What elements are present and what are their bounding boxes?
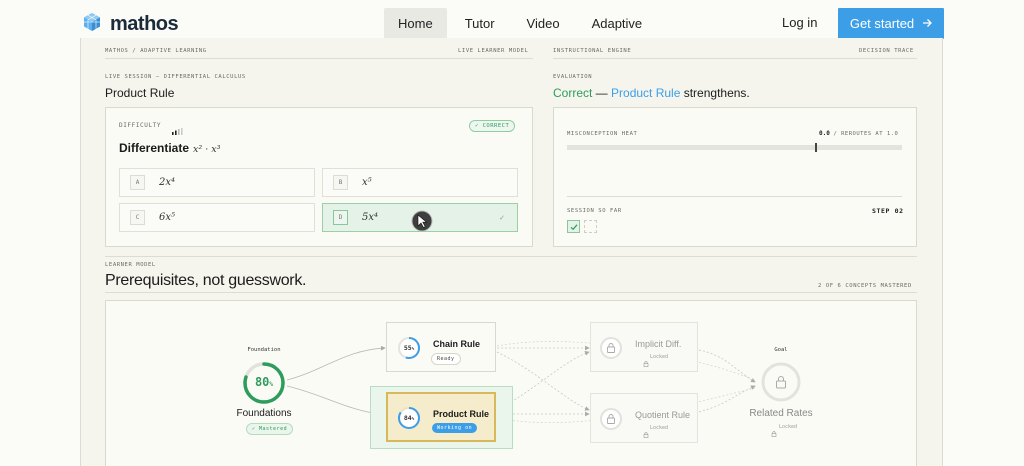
chain-name: Chain Rule xyxy=(433,339,481,349)
answer-option-b[interactable]: B x⁵ xyxy=(322,168,518,197)
learner-title: Prerequisites, not guesswork. xyxy=(105,272,307,289)
option-value: x⁵ xyxy=(362,177,372,188)
brand-name: mathos xyxy=(110,13,179,35)
breadcrumb-left: MATHOS / ADAPTIVE LEARNING xyxy=(105,48,207,54)
difficulty-bars-icon xyxy=(172,122,186,140)
reroute-threshold-marker xyxy=(815,143,817,152)
percent-sign: % xyxy=(411,346,415,351)
nav-link-home[interactable]: Home xyxy=(384,8,447,39)
goal-lock-ring xyxy=(760,361,802,408)
divider xyxy=(567,196,902,197)
quotient-locked-label: Locked xyxy=(650,425,669,431)
option-value: 2x⁴ xyxy=(159,177,176,188)
step-counter: STEP 02 xyxy=(872,207,904,215)
session-step-pending xyxy=(584,220,597,233)
get-started-label: Get started xyxy=(849,16,915,31)
session-so-far-label: SESSION SO FAR xyxy=(567,208,622,214)
session-step-correct xyxy=(567,220,580,233)
mastered-count: 2 OF 6 CONCEPTS MASTERED xyxy=(818,283,912,289)
nav-link-video[interactable]: Video xyxy=(513,8,574,39)
divider xyxy=(105,256,917,257)
question-math: x² · x³ xyxy=(193,144,221,155)
implicit-locked-label: Locked xyxy=(650,354,669,360)
product-percent: 84% xyxy=(397,414,421,422)
option-value: 6x⁵ xyxy=(159,212,176,223)
goal-caption: Goal xyxy=(774,347,788,353)
foundation-caption: Foundation xyxy=(247,347,281,353)
check-icon xyxy=(570,218,578,236)
chain-percent: 55% xyxy=(397,344,421,352)
evaluation-concept: Product Rule xyxy=(611,86,681,100)
session-title: Product Rule xyxy=(105,86,175,100)
cube-logo-icon xyxy=(82,12,102,37)
evaluation-dash: — xyxy=(592,86,612,100)
arrow-right-icon xyxy=(922,16,933,31)
question-prefix: Differentiate xyxy=(119,141,190,155)
foundations-mastered-badge: ✓ Mastered xyxy=(246,423,294,435)
instructional-engine-label: INSTRUCTIONAL ENGINE xyxy=(553,48,632,54)
edge-implicit-goal xyxy=(698,349,756,383)
decision-trace-label: DECISION TRACE xyxy=(859,48,914,54)
misconception-heat-label: MISCONCEPTION HEAT xyxy=(567,131,638,137)
learner-model-label: LEARNER MODEL xyxy=(105,262,156,268)
answer-option-a[interactable]: A 2x⁴ xyxy=(119,168,315,197)
evaluation-card xyxy=(553,107,917,247)
evaluation-headline: Correct — Product Rule strengthens. xyxy=(553,86,750,100)
nav-link-tutor[interactable]: Tutor xyxy=(451,8,509,39)
question-text: Differentiate x² · x³ xyxy=(119,141,220,155)
foundations-name: Foundations xyxy=(236,408,292,419)
primary-nav: Home Tutor Video Adaptive xyxy=(384,8,660,39)
quotient-name: Quotient Rule xyxy=(635,410,691,420)
node-chain-rule[interactable]: 55% Chain Rule Ready xyxy=(386,322,496,372)
implicit-name: Implicit Diff. xyxy=(635,339,682,349)
difficulty-label: DIFFICULTY xyxy=(119,122,162,129)
get-started-button[interactable]: Get started xyxy=(838,8,944,39)
divider xyxy=(105,58,533,59)
option-letter: A xyxy=(130,175,145,190)
lock-icon xyxy=(643,425,649,443)
nav-link-adaptive[interactable]: Adaptive xyxy=(578,8,657,39)
lock-icon xyxy=(643,354,649,372)
mouse-cursor-icon xyxy=(410,209,434,238)
answer-option-c[interactable]: C 6x⁵ xyxy=(119,203,315,232)
divider xyxy=(553,58,917,59)
percent-sign: % xyxy=(269,381,274,388)
product-percent-value: 84 xyxy=(403,414,412,422)
foundations-percent: 80% xyxy=(242,375,286,389)
login-link[interactable]: Log in xyxy=(782,15,817,30)
heat-reroute: / REROUTES AT 1.0 xyxy=(833,131,899,137)
heat-readout: 0.0 / REROUTES AT 1.0 xyxy=(819,130,898,137)
goal-locked-label: Locked xyxy=(779,424,798,430)
goal-name: Related Rates xyxy=(749,408,813,419)
selected-check-icon: ✓ xyxy=(499,214,505,222)
evaluation-label: EVALUATION xyxy=(553,74,593,80)
edge-foundations-chain xyxy=(286,345,386,381)
session-label: LIVE SESSION — DIFFERENTIAL CALCULUS xyxy=(105,74,246,80)
node-product-rule[interactable]: 84% Product Rule Working on xyxy=(386,392,496,442)
misconception-heat-bar xyxy=(567,145,902,150)
live-learner-model-label: LIVE LEARNER MODEL xyxy=(458,48,529,54)
evaluation-correct: Correct xyxy=(553,86,593,100)
chain-percent-value: 55 xyxy=(403,344,412,352)
heat-value: 0.0 xyxy=(819,130,830,137)
option-letter: D xyxy=(333,210,348,225)
foundations-percent-value: 80 xyxy=(254,375,270,389)
brand-logo[interactable]: mathos xyxy=(82,12,179,37)
correct-status-badge: ✓ CORRECT xyxy=(469,120,516,132)
option-letter: C xyxy=(130,210,145,225)
product-name: Product Rule xyxy=(433,409,490,419)
lock-icon xyxy=(771,424,777,442)
node-implicit-diff[interactable]: Implicit Diff. Locked xyxy=(590,322,698,372)
percent-sign: % xyxy=(411,416,415,421)
evaluation-tail: strengthens. xyxy=(680,86,750,100)
product-working-badge: Working on xyxy=(432,423,478,433)
node-quotient-rule[interactable]: Quotient Rule Locked xyxy=(590,393,698,443)
implicit-lock-ring xyxy=(599,336,623,365)
divider xyxy=(105,292,917,293)
option-value: 5x⁴ xyxy=(362,212,379,223)
chain-ready-badge: Ready xyxy=(431,353,461,365)
quotient-lock-ring xyxy=(599,407,623,436)
option-letter: B xyxy=(333,175,348,190)
